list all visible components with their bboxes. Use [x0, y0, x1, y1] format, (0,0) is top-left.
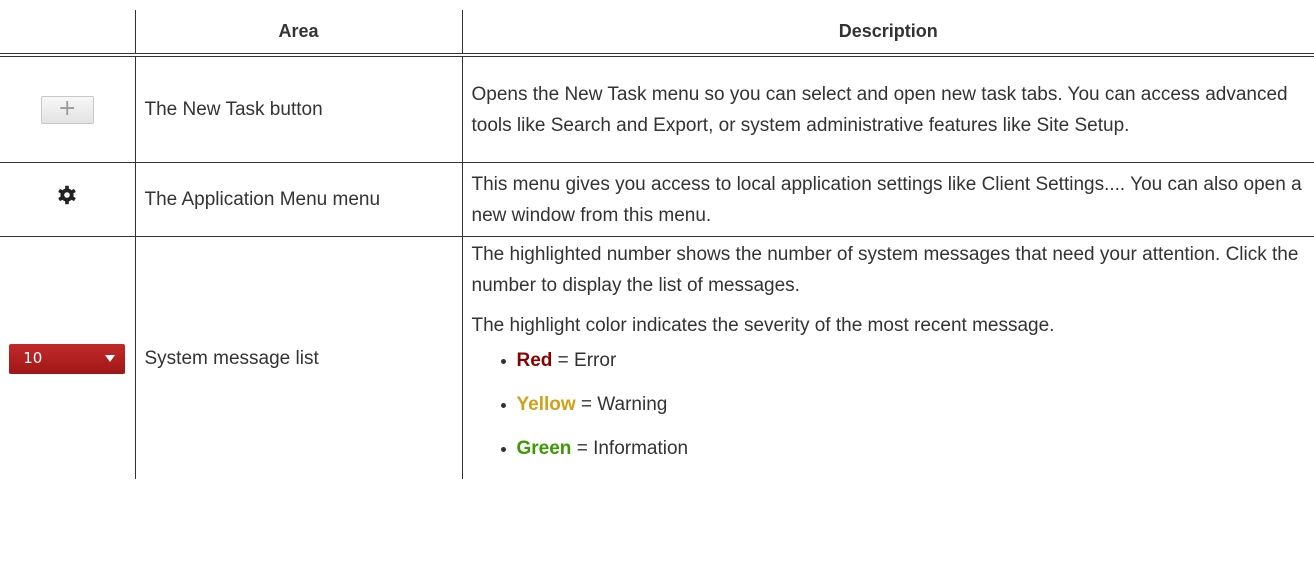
area-cell: The Application Menu menu: [134, 162, 462, 237]
header-icon: [0, 10, 135, 57]
header-area: Area: [134, 10, 462, 57]
icon-cell: [0, 162, 135, 237]
list-item: Green = Information: [500, 433, 1305, 464]
severity-meaning: = Information: [571, 438, 689, 459]
areas-table: Area Description + The New Task button O…: [0, 10, 1314, 479]
table-row: The Application Menu menu This menu give…: [0, 162, 1314, 237]
severity-list: Red = Error Yellow = Warning Green = Inf…: [472, 345, 1305, 464]
table-row: + The New Task button Opens the New Task…: [0, 54, 1314, 163]
description-cell: This menu gives you access to local appl…: [461, 162, 1314, 237]
table-row: 10 System message list The highlighted n…: [0, 236, 1314, 479]
system-message-badge[interactable]: 10: [9, 343, 126, 374]
header-description: Description: [461, 10, 1314, 57]
list-item: Yellow = Warning: [500, 389, 1305, 420]
list-item: Red = Error: [500, 345, 1305, 376]
severity-red: Red: [516, 350, 553, 371]
severity-meaning: = Warning: [575, 394, 668, 415]
plus-icon: +: [58, 96, 77, 121]
severity-green: Green: [516, 438, 572, 459]
icon-cell: +: [0, 54, 135, 163]
description-cell: Opens the New Task menu so you can selec…: [461, 54, 1314, 163]
description-cell: The highlighted number shows the number …: [461, 236, 1314, 479]
description-paragraph: The highlight color indicates the severi…: [471, 315, 1055, 336]
severity-yellow: Yellow: [516, 394, 576, 415]
message-count: 10: [23, 349, 43, 368]
description-paragraph: The highlighted number shows the number …: [471, 244, 1299, 296]
severity-meaning: = Error: [552, 350, 617, 371]
icon-cell: 10: [0, 236, 135, 479]
new-task-button[interactable]: +: [40, 96, 94, 124]
area-cell: System message list: [134, 236, 462, 479]
caret-down-icon: [105, 355, 116, 363]
gear-icon[interactable]: [57, 184, 77, 215]
area-cell: The New Task button: [134, 54, 462, 163]
header-row: Area Description: [0, 10, 1314, 57]
